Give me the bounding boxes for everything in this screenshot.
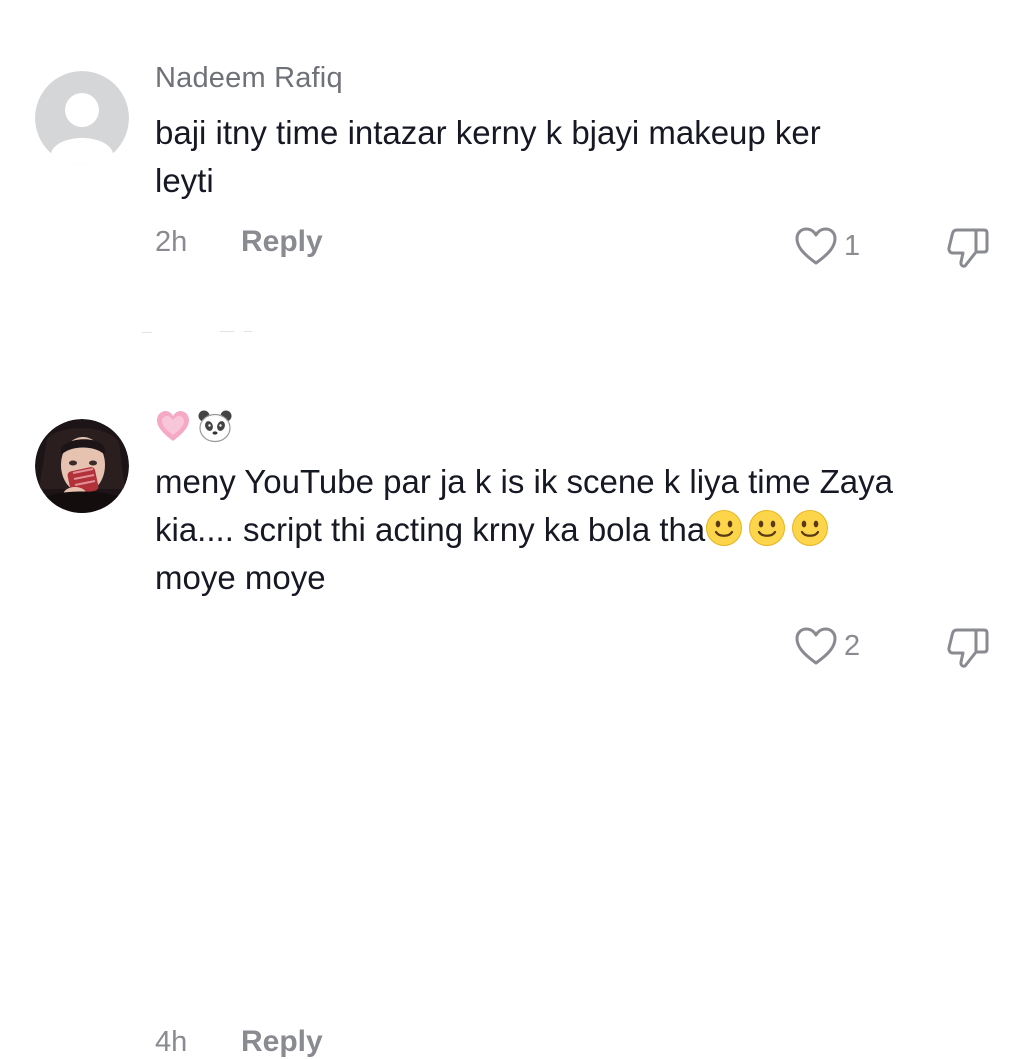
- comment-text-line: leyti: [155, 162, 214, 199]
- reply-button[interactable]: Reply: [241, 1025, 323, 1059]
- comment-meta: 2h Reply: [155, 225, 323, 259]
- comment-text-line: baji itny time intazar kerny k bjayi mak…: [155, 114, 821, 151]
- like-button[interactable]: 2: [794, 626, 860, 666]
- comment-time: 4h: [155, 1025, 188, 1058]
- heart-outline-icon: [795, 227, 837, 265]
- divider: [140, 321, 260, 333]
- like-count: 2: [844, 629, 861, 662]
- dislike-button[interactable]: [945, 226, 991, 275]
- thumbs-down-icon: [947, 628, 989, 668]
- slightly-smiling-face-icon: [792, 510, 829, 546]
- heart-outline-icon: [795, 627, 837, 665]
- comment-time: 2h: [155, 225, 188, 258]
- like-count: 1: [844, 229, 861, 262]
- comment-item: meny YouTube par ja k is ik scene k liya…: [0, 400, 1024, 1058]
- default-avatar-icon: [35, 71, 129, 165]
- panda-face-icon: [198, 410, 232, 443]
- comment-text-segment: kia.... script thi acting krny ka bola t…: [155, 511, 706, 548]
- comment-text: meny YouTube par ja k is ik scene k liya…: [155, 458, 1005, 602]
- username-emojis[interactable]: [155, 409, 233, 443]
- comment-text-line: kia.... script thi acting krny ka bola t…: [155, 506, 1005, 554]
- thumbs-down-icon: [947, 228, 989, 268]
- pink-heart-icon: [157, 411, 189, 441]
- avatar[interactable]: [35, 419, 129, 513]
- dislike-button[interactable]: [945, 626, 991, 675]
- comment-text-line: meny YouTube par ja k is ik scene k liya…: [155, 463, 893, 500]
- comment-text-line: moye moye: [155, 559, 326, 596]
- comment-text: baji itny time intazar kerny k bjayi mak…: [155, 109, 1005, 205]
- slightly-smiling-face-icon: [749, 510, 786, 546]
- reply-button[interactable]: Reply: [241, 225, 323, 259]
- avatar[interactable]: [35, 71, 129, 165]
- profile-photo: [35, 419, 129, 513]
- slightly-smiling-face-icon: [706, 510, 743, 546]
- like-button[interactable]: 1: [794, 226, 860, 266]
- username[interactable]: Nadeem Rafiq: [155, 62, 343, 95]
- comment-meta: 4h Reply: [155, 1025, 323, 1059]
- comment-item: Nadeem Rafiq baji itny time intazar kern…: [0, 0, 1024, 300]
